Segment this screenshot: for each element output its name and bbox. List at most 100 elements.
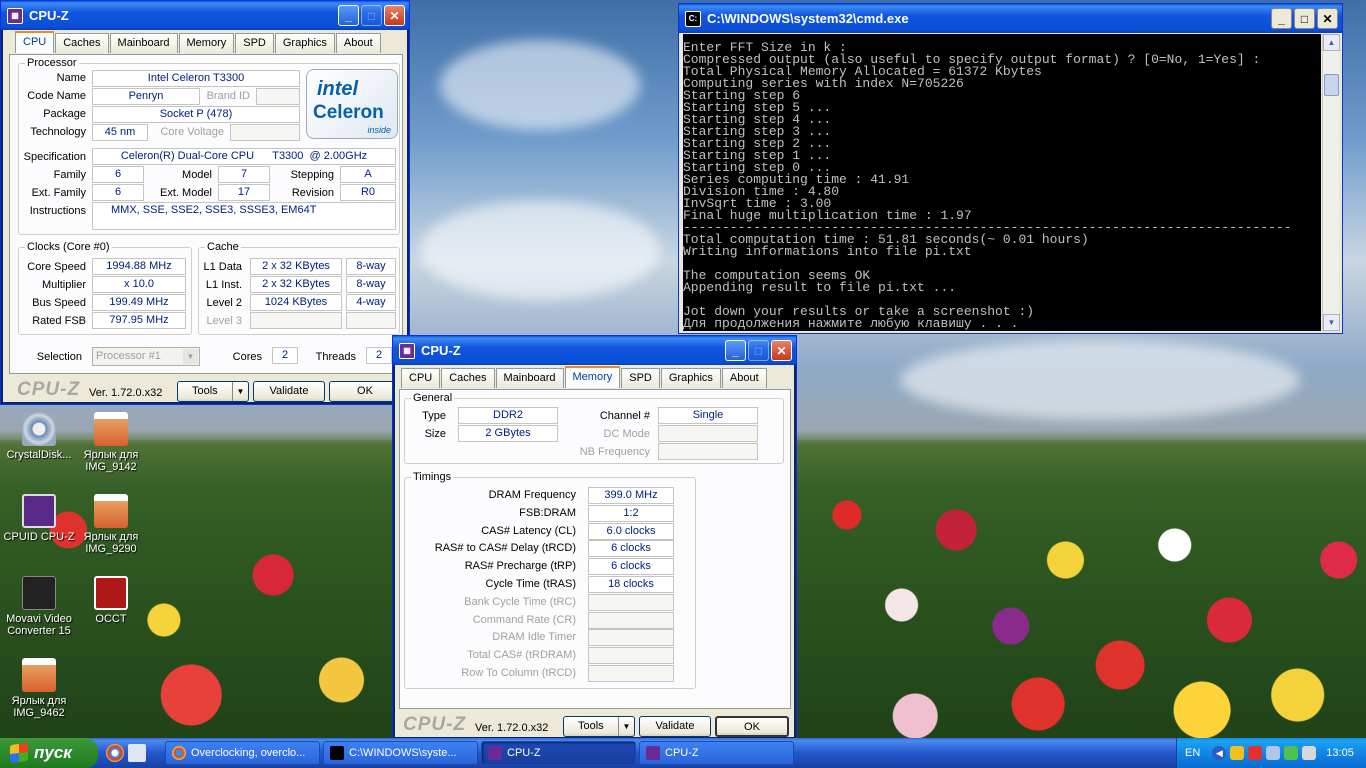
nbfrequency-label: NB Frequency — [579, 446, 650, 458]
tab-spd[interactable]: SPD — [235, 33, 274, 53]
network-icon[interactable] — [1266, 746, 1281, 760]
desktop-icon-img9142[interactable]: Ярлык для IMG_9142 — [72, 412, 150, 473]
tab-cpu[interactable]: CPU — [15, 31, 55, 53]
close-button[interactable]: ✕ — [384, 5, 405, 26]
level2-label: Level 2 — [206, 297, 242, 309]
minimize-button[interactable]: _ — [338, 5, 359, 26]
maximize-button[interactable]: □ — [361, 5, 382, 26]
scroll-up-icon[interactable]: ▲ — [1323, 34, 1340, 51]
desktop-icon-cpuz[interactable]: CPUID CPU-Z — [0, 494, 78, 543]
tray-expand-icon[interactable]: ◀ — [1212, 746, 1227, 760]
validate-button[interactable]: Validate — [253, 381, 325, 402]
tab-mainboard[interactable]: Mainboard — [109, 33, 178, 53]
titlebar[interactable]: ▦ CPU-Z _ □ ✕ — [1, 1, 409, 30]
scroll-thumb[interactable] — [1324, 74, 1339, 96]
system-tray: EN ◀ 13:05 — [1176, 738, 1366, 768]
selection-value: Processor #1 — [96, 350, 161, 362]
tab-about[interactable]: About — [721, 368, 767, 388]
tab-caches[interactable]: Caches — [441, 368, 495, 388]
titlebar[interactable]: ▦ CPU-Z _ □ ✕ — [393, 336, 796, 365]
desktop-icon-label: Ярлык для IMG_9142 — [83, 449, 139, 473]
taskbar-item-cpuz-2[interactable]: CPU-Z — [639, 741, 794, 765]
tab-graphics[interactable]: Graphics — [274, 33, 335, 53]
clock[interactable]: 13:05 — [1326, 747, 1354, 759]
occt-icon — [94, 576, 128, 610]
timing-label: DRAM Frequency — [488, 489, 576, 501]
close-button[interactable]: ✕ — [1317, 8, 1338, 29]
volume-icon[interactable] — [1302, 746, 1317, 760]
minimize-button[interactable]: _ — [1271, 8, 1292, 29]
timing-label: Bank Cycle Time (tRC) — [464, 595, 576, 608]
timing-label: Row To Column (tRCD) — [461, 667, 576, 679]
selection-dropdown[interactable]: Processor #1 ▼ — [92, 347, 200, 366]
busspeed-value: 199.49 MHz — [92, 294, 186, 311]
console-line: Для продолжения нажмите любую клавишу . … — [683, 316, 1019, 331]
desktop-show-icon[interactable] — [128, 744, 146, 762]
minimize-button[interactable]: _ — [725, 340, 746, 361]
type-label: Type — [422, 410, 446, 422]
group-label: Processor — [25, 57, 79, 69]
tools-button[interactable]: Tools ▼ — [563, 716, 635, 737]
scroll-down-icon[interactable]: ▼ — [1323, 314, 1340, 331]
timing-value: 1:2 — [588, 504, 674, 522]
channel-label: Channel # — [599, 410, 650, 422]
l1inst-label: L1 Inst. — [205, 279, 242, 291]
ok-button[interactable]: OK — [329, 381, 401, 402]
cpuz-footer-logo: CPU-Z — [403, 714, 467, 735]
ratedfsb-value: 797.95 MHz — [92, 312, 186, 329]
chrome-icon[interactable] — [106, 744, 124, 762]
group-label: General — [411, 392, 455, 404]
desktop-icon-crystaldisk[interactable]: CrystalDisk... — [0, 412, 78, 461]
taskbar-item-cpuz-1[interactable]: CPU-Z — [481, 741, 636, 765]
desktop-icon-movavi[interactable]: Movavi Video Converter 15 — [0, 576, 78, 637]
specification-label: Specification — [23, 151, 86, 163]
timing-value: 6 clocks — [588, 558, 674, 576]
security-shield-icon[interactable] — [1230, 746, 1245, 760]
antivirus-icon[interactable] — [1248, 746, 1263, 760]
tab-about[interactable]: About — [335, 33, 381, 53]
brandid-label: Brand ID — [206, 90, 250, 102]
stepping-value: A — [340, 166, 396, 183]
instructions-label: Instructions — [29, 205, 86, 217]
technology-value: 45 nm — [92, 124, 148, 141]
tab-graphics[interactable]: Graphics — [660, 368, 721, 388]
validate-button[interactable]: Validate — [639, 716, 711, 737]
desktop-icon-img9462[interactable]: Ярлык для IMG_9462 — [0, 658, 78, 719]
language-indicator[interactable]: EN — [1185, 747, 1200, 759]
desktop-icon-occt[interactable]: OCCT — [72, 576, 150, 625]
maximize-button[interactable]: □ — [748, 340, 769, 361]
l1inst-way: 8-way — [346, 276, 396, 293]
maximize-button[interactable]: □ — [1294, 8, 1315, 29]
desktop-icon-label: OCCT — [95, 613, 127, 625]
family-label: Family — [53, 169, 86, 181]
wifi-icon[interactable] — [1284, 746, 1299, 760]
tools-button[interactable]: Tools ▼ — [177, 381, 249, 402]
desktop-icon-img9290[interactable]: Ярлык для IMG_9290 — [72, 494, 150, 555]
tab-cpu[interactable]: CPU — [401, 368, 441, 388]
titlebar[interactable]: C: C:\WINDOWS\system32\cmd.exe _ □ ✕ — [679, 4, 1342, 33]
l1data-label: L1 Data — [203, 261, 242, 273]
chrome-icon — [172, 746, 186, 760]
technology-label: Technology — [30, 126, 86, 138]
tab-mainboard[interactable]: Mainboard — [495, 368, 564, 388]
tab-memory[interactable]: Memory — [564, 366, 621, 388]
desktop-icon-label: Movavi Video Converter 15 — [6, 613, 72, 637]
l1data-value: 2 x 32 KBytes — [250, 258, 342, 275]
family-value: 6 — [92, 166, 144, 183]
cpuz-icon — [646, 746, 660, 760]
l1inst-value: 2 x 32 KBytes — [250, 276, 342, 293]
console-output[interactable]: Enter FFT Size in k : Compressed output (… — [683, 34, 1321, 331]
tab-caches[interactable]: Caches — [55, 33, 109, 53]
ok-button[interactable]: OK — [715, 716, 789, 737]
timing-value: 18 clocks — [588, 576, 674, 593]
taskbar-item-cmd[interactable]: C:\WINDOWS\syste... — [323, 741, 478, 765]
revision-label: Revision — [291, 187, 334, 199]
close-button[interactable]: ✕ — [771, 340, 792, 361]
taskbar-item-chrome[interactable]: Overclocking, overclo... — [165, 741, 320, 765]
start-button[interactable]: пуск — [0, 738, 98, 768]
timing-label: DRAM Idle Timer — [492, 631, 576, 644]
model-value: 7 — [218, 166, 270, 183]
tab-memory[interactable]: Memory — [178, 33, 235, 53]
vertical-scrollbar[interactable]: ▲ ▼ — [1322, 34, 1340, 331]
tab-spd[interactable]: SPD — [621, 368, 660, 388]
